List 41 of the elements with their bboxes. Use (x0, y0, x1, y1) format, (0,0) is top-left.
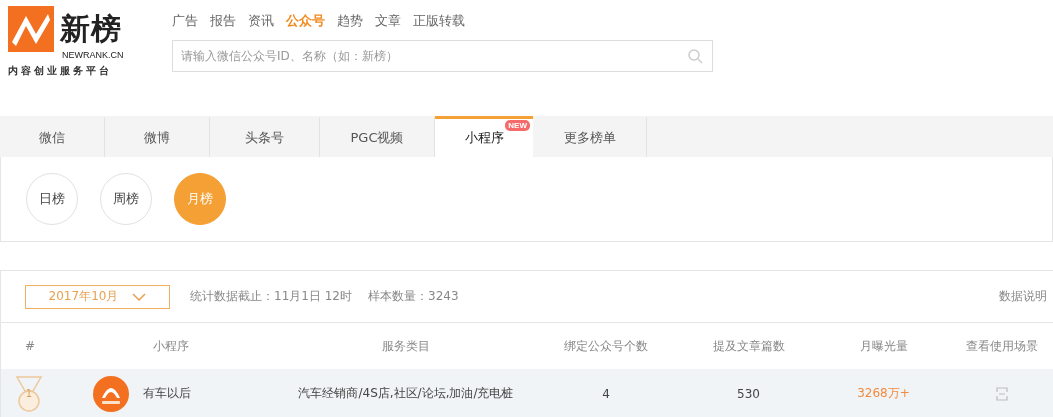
new-badge: NEW (505, 120, 530, 131)
tab[interactable]: 微博 (105, 116, 210, 157)
column-header: 小程序 (152, 337, 190, 355)
scan-icon[interactable] (996, 386, 1008, 401)
period-button[interactable]: 日榜 (26, 173, 78, 225)
nav-link[interactable]: 文章 (375, 12, 401, 30)
logo-name: 新榜 (60, 12, 122, 46)
nav-link[interactable]: 趋势 (337, 12, 363, 30)
column-header: 查看使用场景 (965, 337, 1039, 355)
column-header: 服务类目 (381, 337, 431, 355)
tab[interactable]: 更多榜单 (533, 116, 647, 157)
logo-icon (8, 6, 54, 52)
nav-link[interactable]: 资讯 (248, 12, 274, 30)
app-name: 有车以后 (143, 385, 191, 402)
period-button[interactable]: 周榜 (100, 173, 152, 225)
table-cell-text: 3268万+ (856, 385, 911, 402)
nav-link[interactable]: 正版转载 (413, 12, 465, 30)
app-avatar-icon (93, 375, 129, 412)
column-header: 绑定公众号个数 (563, 337, 649, 355)
data-help-link[interactable]: 数据说明 (999, 288, 1047, 305)
tab[interactable]: 头条号 (210, 116, 320, 157)
table-cell-text: 汽车经销商/4S店,社区/论坛,加油/充电桩 (297, 385, 515, 402)
column-header: 月曝光量 (858, 337, 909, 355)
cutoff-text: 统计数据截止：11月1日 12时 (190, 288, 352, 305)
logo-domain: NEWRANK.CN (62, 50, 125, 60)
table-cell-text: 530 (736, 386, 761, 401)
table-row[interactable]: 1 有车以后 汽车经销商/4S店,社区/论坛,加油/充电桩 4 530 3268万+ (1, 369, 1053, 417)
rank-number: 1 (24, 387, 34, 399)
nav-link[interactable]: 报告 (210, 12, 236, 30)
chevron-down-icon (132, 292, 147, 301)
tab[interactable]: 微信 (0, 116, 105, 157)
search-icon[interactable] (687, 48, 703, 64)
medal-icon (13, 374, 45, 413)
logo-slogan: 内容创业服务平台 (8, 64, 113, 78)
tab[interactable]: 小程序 NEW (435, 116, 533, 157)
column-header: 提及文章篇数 (711, 337, 786, 355)
nav-link[interactable]: 广告 (172, 12, 198, 30)
table-cell-text: 4 (601, 386, 611, 401)
column-header: # (24, 339, 37, 353)
sample-count: 样本数量：3243 (368, 288, 459, 305)
search-field[interactable]: 请输入微信公众号ID、名称（如：新榜） (172, 40, 713, 72)
